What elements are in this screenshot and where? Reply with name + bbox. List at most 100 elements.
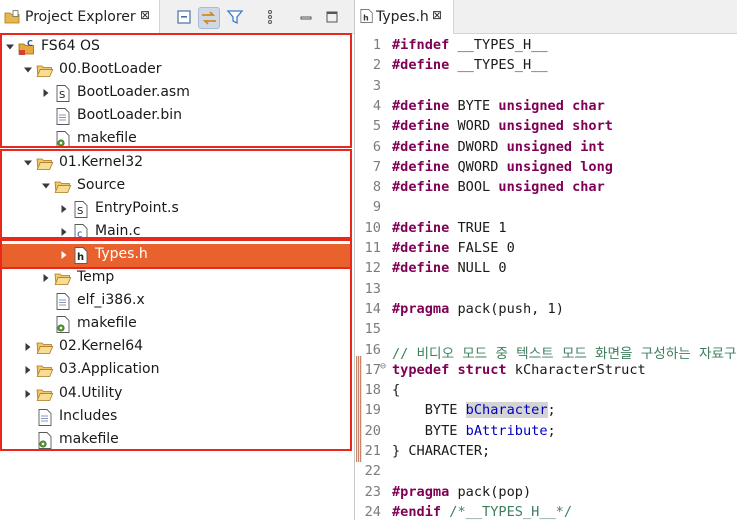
collapse-all-button[interactable] [174,7,196,29]
line-number: 16 [364,341,381,358]
code-line[interactable]: 21} CHARACTER; [356,442,737,462]
tab-types-h[interactable]: h Types.h ⊠ [356,0,454,34]
line-number: 13 [364,280,381,297]
code-line[interactable]: 16 // 비디오 모드 중 텍스트 모드 화면을 구성하는 자료구조 [356,341,737,362]
code-line[interactable]: 11 #define FALSE 0 [356,239,737,259]
code-line[interactable]: 7 #define QWORD unsigned long [356,158,737,178]
code-text: #define NULL 0 [392,260,507,277]
tree-item[interactable]: S BootLoader.asm [0,82,350,105]
tree-item[interactable]: C FS64 OS [0,36,350,59]
project-explorer-view: Project Explorer ⊠ C FS64 OS 00.BootLoad… [0,0,355,520]
code-line[interactable]: 6 #define DWORD unsigned int [356,138,737,158]
code-line[interactable]: 19 BYTE bCharacter; [356,401,737,421]
tree-item-label: makefile [77,315,137,332]
code-text: #define BYTE unsigned char [392,97,605,114]
code-line[interactable]: 17 ⊖ typedef struct kCharacterStruct [356,361,737,381]
tree-item[interactable]: BootLoader.bin [0,105,350,128]
tree-item[interactable]: h Types.h [0,243,350,267]
tree-item[interactable]: 03.Application [0,359,350,382]
code-line[interactable]: 9 [356,198,737,218]
tree-item[interactable]: makefile [0,313,350,336]
expand-arrow-right-icon[interactable] [22,341,34,353]
maximize-button[interactable] [322,7,344,29]
asm-file-icon: S [72,200,90,218]
code-line[interactable]: 10 #define TRUE 1 [356,219,737,239]
expand-arrow-down-icon[interactable] [4,41,16,53]
code-text: #pragma pack(push, 1) [392,300,564,317]
project-explorer-icon [4,10,20,24]
code-line[interactable]: 15 [356,320,737,340]
code-line[interactable]: 23 #pragma pack(pop) [356,483,737,503]
expand-arrow-down-icon[interactable] [22,157,34,169]
folder-open-icon [36,386,54,403]
code-line[interactable]: 14 #pragma pack(push, 1) [356,300,737,320]
expand-arrow-right-icon[interactable] [58,203,70,215]
code-line[interactable]: 22 [356,462,737,482]
tree-item[interactable]: Source [0,175,350,198]
fold-collapse-icon[interactable]: ⊖ [380,361,386,372]
tree-item[interactable]: c Main.c [0,221,350,244]
line-number: 10 [364,219,381,236]
folder-open-icon [36,62,54,79]
expand-arrow-down-icon[interactable] [22,64,34,76]
code-line[interactable]: 1 #ifndef __TYPES_H__ [356,36,737,56]
tree-item-label: elf_i386.x [77,292,145,309]
tree-item-label: makefile [59,430,119,447]
line-number: 14 [364,300,381,317]
code-line[interactable]: 4 #define BYTE unsigned char [356,97,737,117]
tree-item[interactable]: makefile [0,128,350,151]
tree-item[interactable]: makefile [0,429,350,452]
code-line[interactable]: 20 BYTE bAttribute; [356,422,737,442]
svg-text:S: S [77,206,83,217]
line-number: 19 [364,402,381,419]
code-text: { [392,382,401,399]
code-line[interactable]: 5 #define WORD unsigned short [356,117,737,137]
h-file-icon: h [360,9,373,23]
filter-button[interactable] [225,7,247,29]
line-number: 17 [364,361,381,378]
tree-item[interactable]: Includes [0,406,350,429]
link-with-editor-button[interactable] [198,7,220,29]
expand-arrow-right-icon[interactable] [58,226,70,238]
minimize-button[interactable] [296,7,318,29]
code-text: #define TRUE 1 [392,219,507,236]
line-number: 15 [364,321,381,338]
expand-arrow-right-icon[interactable] [40,87,52,99]
svg-text:C: C [27,39,33,48]
line-number: 9 [372,199,381,216]
folder-open-icon [54,270,72,287]
tree-item[interactable]: 00.BootLoader [0,59,350,82]
code-line[interactable]: 3 [356,77,737,97]
asm-file-icon: S [54,85,72,103]
tab-project-explorer[interactable]: Project Explorer ⊠ [0,0,160,34]
expand-arrow-right-icon[interactable] [40,272,52,284]
code-editor: h Types.h ⊠ 1 #ifndef __TYPES_H__ 2 #define… [356,0,737,520]
close-icon[interactable]: ⊠ [432,8,442,22]
expand-arrow-right-icon[interactable] [22,364,34,376]
tree-item[interactable]: elf_i386.x [0,290,350,313]
code-line[interactable]: 13 [356,280,737,300]
makefile-icon [54,316,72,334]
tree-item-label: 00.BootLoader [59,61,162,78]
tree-item[interactable]: 04.Utility [0,383,350,406]
tree-item[interactable]: Temp [0,267,350,290]
tree-item-label: Types.h [95,245,148,262]
close-icon[interactable]: ⊠ [140,8,150,22]
tree-item[interactable]: S EntryPoint.s [0,198,350,221]
expand-arrow-right-icon[interactable] [22,388,34,400]
view-menu-button[interactable] [260,7,282,29]
line-number: 3 [372,77,381,94]
expand-arrow-right-icon[interactable] [58,249,70,261]
line-number: 18 [364,382,381,399]
code-text: #pragma pack(pop) [392,483,532,500]
tree-item[interactable]: 02.Kernel64 [0,336,350,359]
code-text: #define BOOL unsigned char [392,179,605,196]
code-line[interactable]: 8 #define BOOL unsigned char [356,178,737,198]
code-line[interactable]: 18 { [356,381,737,401]
code-text: #define __TYPES_H__ [392,57,548,74]
expand-arrow-down-icon[interactable] [40,180,52,192]
code-line[interactable]: 12 #define NULL 0 [356,259,737,279]
code-line[interactable]: 2 #define __TYPES_H__ [356,56,737,76]
tree-item[interactable]: 01.Kernel32 [0,152,350,175]
code-text: #define WORD unsigned short [392,118,613,135]
